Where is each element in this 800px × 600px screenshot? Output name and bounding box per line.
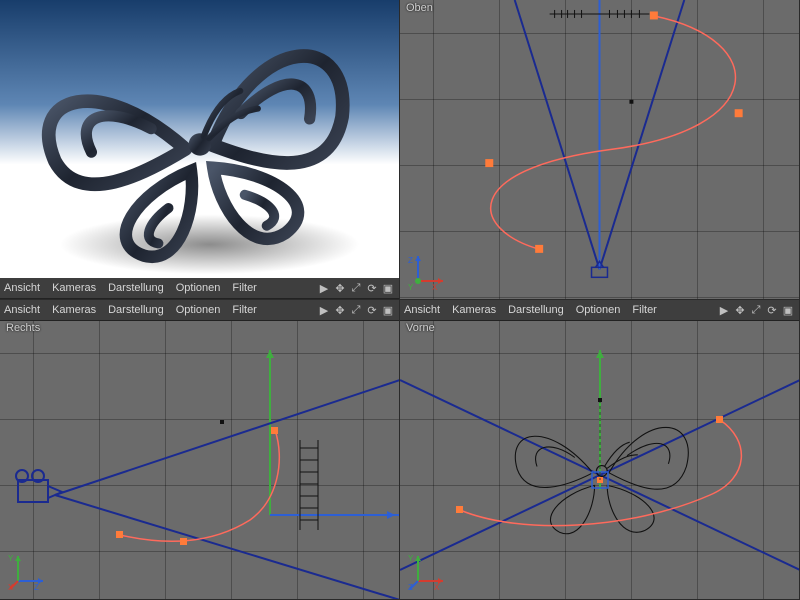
menu-options[interactable]: Optionen xyxy=(576,304,621,316)
menu-filter[interactable]: Filter xyxy=(232,282,256,294)
null-object xyxy=(220,420,224,424)
svg-text:X: X xyxy=(434,583,440,591)
viewport-label: Rechts xyxy=(6,322,40,334)
arrow-right-icon[interactable]: ▶ xyxy=(717,303,731,317)
move-icon[interactable]: ✥ xyxy=(333,303,347,317)
zoom-icon[interactable]: ⤢ xyxy=(749,303,763,317)
svg-text:X: X xyxy=(8,583,14,591)
scene-right xyxy=(0,320,400,600)
menu-view[interactable]: Ansicht xyxy=(4,282,40,294)
svg-text:Y: Y xyxy=(408,283,414,291)
viewport-toolbar: ▶ ✥ ⤢ ⟳ ▣ xyxy=(717,303,795,317)
menu-display[interactable]: Darstellung xyxy=(508,304,564,316)
viewport-menubar: Ansicht Kameras Darstellung Optionen Fil… xyxy=(0,278,399,299)
svg-text:Z: Z xyxy=(34,583,39,591)
viewport-toolbar: ▶ ✥ ⤢ ⟳ ▣ xyxy=(317,281,395,295)
axis-gizmo: X Y Z xyxy=(408,551,448,591)
viewport-right[interactable]: Ansicht Kameras Darstellung Optionen Fil… xyxy=(0,300,400,600)
viewport-render[interactable]: Ansicht Kameras Darstellung Optionen Fil… xyxy=(0,0,400,300)
menu-options[interactable]: Optionen xyxy=(176,304,221,316)
menu-display[interactable]: Darstellung xyxy=(108,304,164,316)
camera-icon xyxy=(16,470,62,502)
move-icon[interactable]: ✥ xyxy=(333,281,347,295)
zoom-icon[interactable]: ⤢ xyxy=(349,303,363,317)
arrow-right-icon[interactable]: ▶ xyxy=(317,303,331,317)
svg-text:Y: Y xyxy=(408,554,414,563)
rotate-icon[interactable]: ⟳ xyxy=(365,303,379,317)
menu-cameras[interactable]: Kameras xyxy=(52,304,96,316)
maximize-icon[interactable]: ▣ xyxy=(781,303,795,317)
viewport-toolbar: ▶ ✥ ⤢ ⟳ ▣ xyxy=(317,303,395,317)
axis-gizmo: Z Y X xyxy=(8,551,48,591)
move-icon[interactable]: ✥ xyxy=(733,303,747,317)
svg-text:X: X xyxy=(432,283,438,291)
menu-cameras[interactable]: Kameras xyxy=(52,282,96,294)
maximize-icon[interactable]: ▣ xyxy=(381,303,395,317)
viewport-top[interactable]: Oben xyxy=(400,0,800,300)
scene-front xyxy=(400,320,800,600)
rotate-icon[interactable]: ⟳ xyxy=(365,281,379,295)
null-object xyxy=(629,100,633,104)
viewport-menubar: Ansicht Kameras Darstellung Optionen Fil… xyxy=(0,300,399,321)
menu-filter[interactable]: Filter xyxy=(632,304,656,316)
svg-text:Y: Y xyxy=(8,554,14,563)
viewport-menubar: Ansicht Kameras Darstellung Optionen Fil… xyxy=(400,300,799,321)
menu-options[interactable]: Optionen xyxy=(176,282,221,294)
rotate-icon[interactable]: ⟳ xyxy=(765,303,779,317)
rendered-butterfly xyxy=(0,0,399,299)
menu-view[interactable]: Ansicht xyxy=(4,304,40,316)
zoom-icon[interactable]: ⤢ xyxy=(349,281,363,295)
axis-gizmo: X Z Y xyxy=(408,251,448,291)
arrow-right-icon[interactable]: ▶ xyxy=(317,281,331,295)
svg-text:Z: Z xyxy=(408,256,413,265)
maximize-icon[interactable]: ▣ xyxy=(381,281,395,295)
viewport-front[interactable]: Ansicht Kameras Darstellung Optionen Fil… xyxy=(400,300,800,600)
menu-cameras[interactable]: Kameras xyxy=(452,304,496,316)
svg-text:Z: Z xyxy=(408,583,413,591)
menu-view[interactable]: Ansicht xyxy=(404,304,440,316)
menu-filter[interactable]: Filter xyxy=(232,304,256,316)
viewport-label: Vorne xyxy=(406,322,435,334)
viewport-label: Oben xyxy=(406,2,433,14)
menu-display[interactable]: Darstellung xyxy=(108,282,164,294)
scene-top xyxy=(400,0,799,299)
